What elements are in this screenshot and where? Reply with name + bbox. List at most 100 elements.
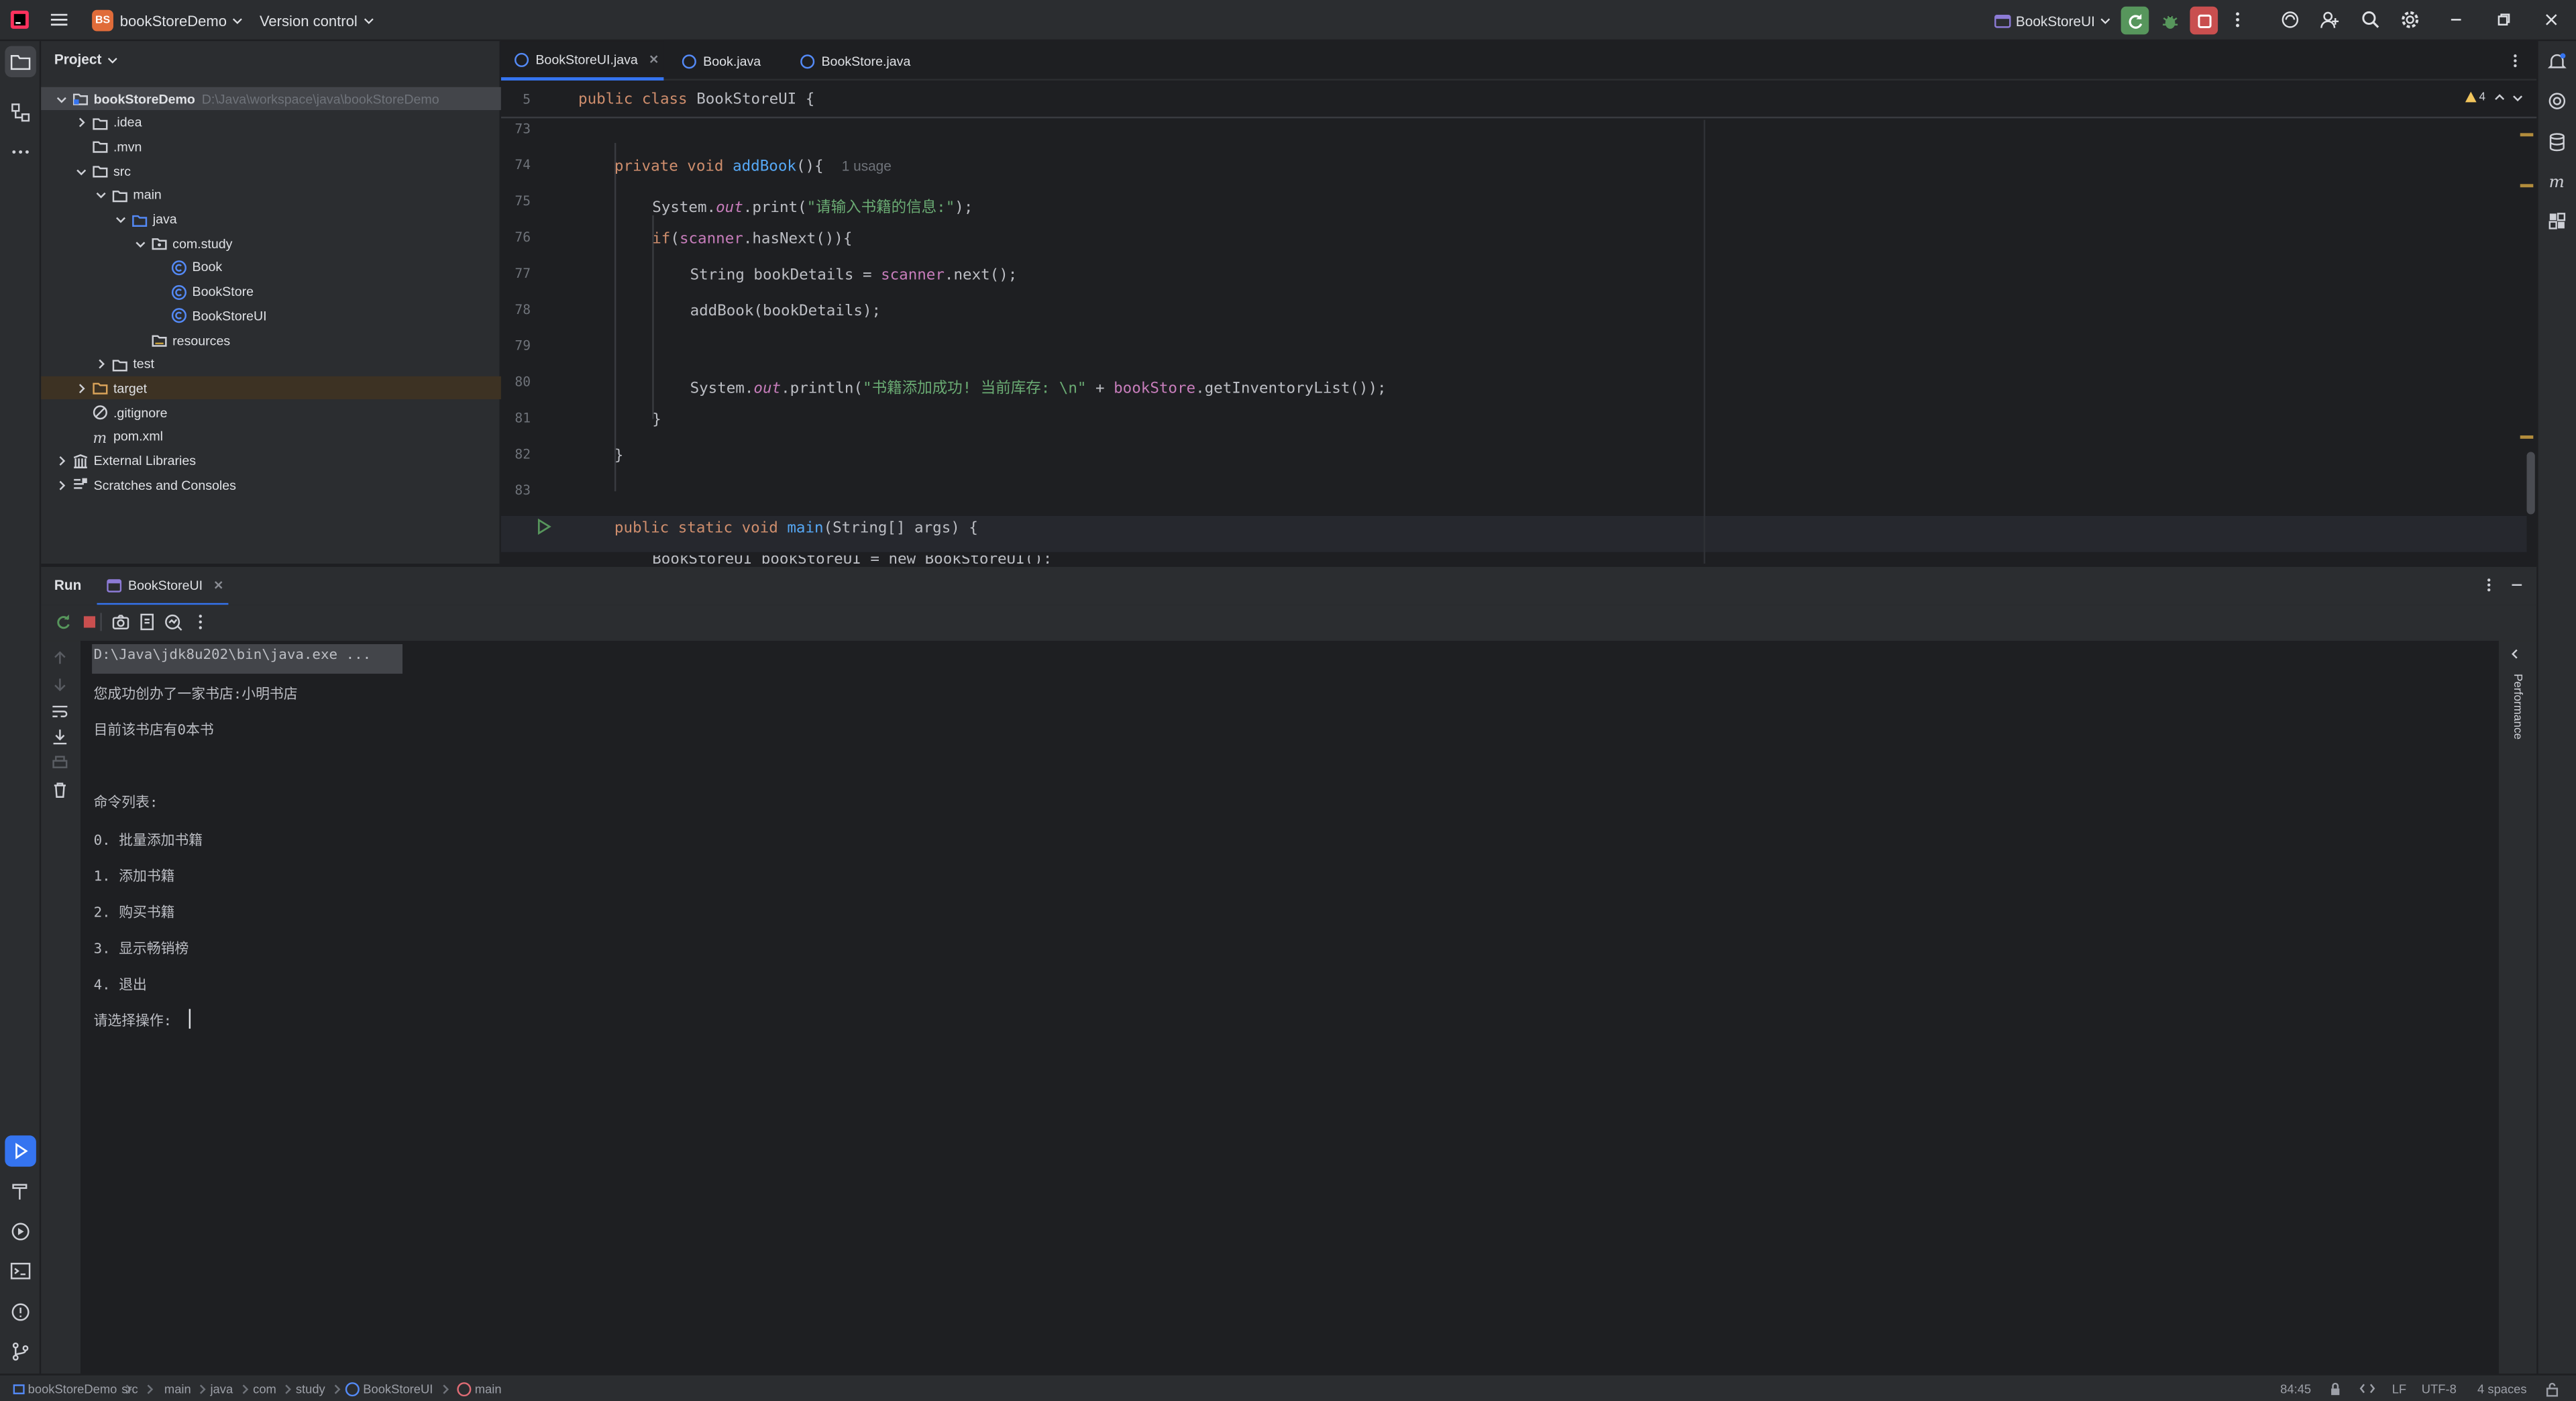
code-line-78[interactable]: addBook(bookDetails); bbox=[690, 303, 881, 321]
tree-item-com-study[interactable]: com.study bbox=[41, 232, 501, 255]
editor-scrollbar-thumb[interactable] bbox=[2526, 452, 2535, 515]
chevron-down-icon[interactable] bbox=[2512, 91, 2523, 103]
dump-threads-icon[interactable] bbox=[138, 613, 156, 631]
ai-assistant-icon[interactable] bbox=[2277, 7, 2303, 33]
tab-options-icon[interactable] bbox=[2509, 52, 2522, 68]
chevron-down-icon[interactable] bbox=[113, 213, 127, 226]
notifications-button[interactable] bbox=[2542, 46, 2573, 78]
camera-icon[interactable] bbox=[112, 613, 130, 631]
soft-wrap-icon[interactable] bbox=[51, 702, 69, 720]
close-tab-icon[interactable] bbox=[214, 580, 224, 590]
chevron-down-icon[interactable] bbox=[74, 164, 87, 178]
chevron-right-icon[interactable] bbox=[54, 478, 68, 492]
chevron-down-icon[interactable] bbox=[94, 189, 107, 202]
more-actions-icon[interactable] bbox=[2224, 7, 2251, 33]
run-gutter-icon[interactable] bbox=[535, 517, 551, 535]
breadcrumb-src[interactable]: src bbox=[121, 1376, 154, 1401]
file-encoding[interactable]: UTF-8 bbox=[2422, 1376, 2457, 1401]
tree-item-book[interactable]: Book bbox=[41, 256, 501, 279]
code-vision-icon[interactable] bbox=[2359, 1376, 2375, 1401]
chevron-right-icon[interactable] bbox=[54, 454, 68, 468]
code-line-77[interactable]: String bookDetails = scanner.next(); bbox=[690, 266, 1018, 284]
tree-item-bookstoredemo[interactable]: bookStoreDemo D:\Java\workspace\java\book… bbox=[41, 87, 501, 111]
more-actions-icon[interactable] bbox=[195, 613, 205, 631]
run-configuration-selector[interactable]: BookStoreUI bbox=[1994, 8, 2111, 33]
search-icon[interactable] bbox=[2357, 7, 2383, 33]
project-view-selector[interactable]: Project bbox=[54, 51, 118, 67]
code-line-76[interactable]: if(scanner.hasNext()){ bbox=[652, 230, 852, 248]
minimize-window-icon[interactable] bbox=[2443, 7, 2469, 33]
code-with-me-icon[interactable] bbox=[2316, 7, 2343, 33]
code-line-81[interactable]: } bbox=[652, 411, 661, 429]
code-line-80[interactable]: System.out.println("书籍添加成功! 当前库存: \n" + … bbox=[690, 374, 1387, 398]
lock-icon[interactable] bbox=[2544, 1376, 2559, 1401]
build-tool-button[interactable] bbox=[5, 1175, 36, 1206]
scroll-to-end-icon[interactable] bbox=[51, 728, 69, 746]
breadcrumb-bookstoredemo[interactable]: bookStoreDemo bbox=[13, 1376, 133, 1401]
database-button[interactable] bbox=[2542, 127, 2573, 158]
error-stripe-marker[interactable] bbox=[2520, 435, 2534, 439]
tree-item-pom-xml[interactable]: m pom.xml bbox=[41, 425, 501, 448]
code-line-75[interactable]: System.out.print("请输入书籍的信息:"); bbox=[652, 194, 973, 217]
services-tool-button[interactable] bbox=[5, 1216, 36, 1247]
git-tool-button[interactable] bbox=[5, 1336, 36, 1367]
error-stripe-marker[interactable] bbox=[2520, 184, 2534, 188]
tree-item-external-libraries[interactable]: External Libraries bbox=[41, 450, 501, 472]
tree-item-mvn[interactable]: .mvn bbox=[41, 136, 501, 158]
sticky-line[interactable]: 5 public class BookStoreUI { 4 bbox=[500, 82, 2537, 119]
tab-bookstoreui-java[interactable]: BookStoreUI.java bbox=[500, 41, 664, 81]
chevron-down-icon[interactable] bbox=[54, 92, 68, 105]
close-tab-icon[interactable] bbox=[649, 54, 659, 64]
run-tab-bookstoreui[interactable]: BookStoreUI bbox=[97, 567, 229, 607]
tree-item-java[interactable]: java bbox=[41, 208, 501, 231]
run-panel-options-icon[interactable] bbox=[2482, 577, 2496, 593]
chevron-left-icon[interactable] bbox=[2509, 647, 2522, 661]
inspection-widget[interactable]: 4 bbox=[2464, 91, 2523, 104]
chevron-right-icon[interactable] bbox=[94, 358, 107, 371]
tab-book-java[interactable]: Book.java bbox=[672, 41, 761, 81]
restore-window-icon[interactable] bbox=[2491, 7, 2517, 33]
error-stripe-marker[interactable] bbox=[2520, 133, 2534, 137]
main-menu-icon[interactable] bbox=[46, 7, 72, 33]
breadcrumb-main[interactable]: main bbox=[164, 1376, 207, 1401]
arrow-down-icon[interactable] bbox=[51, 676, 69, 694]
intellij-logo-icon[interactable] bbox=[7, 7, 33, 33]
stop-icon[interactable] bbox=[80, 613, 99, 631]
stop-button[interactable] bbox=[2190, 6, 2218, 35]
project-tool-button[interactable] bbox=[5, 46, 36, 78]
plugins-button[interactable] bbox=[2542, 205, 2573, 237]
code-line-74[interactable]: private void addBook(){ 1 usage bbox=[614, 158, 892, 176]
chevron-right-icon[interactable] bbox=[74, 382, 87, 395]
tree-item-bookstore[interactable]: BookStore bbox=[41, 280, 501, 303]
rerun-button[interactable] bbox=[2121, 6, 2149, 35]
problems-tool-button[interactable] bbox=[5, 1296, 36, 1328]
breadcrumb-bookstoreui[interactable]: BookStoreUI bbox=[345, 1376, 449, 1401]
project-switcher[interactable]: BS bookStoreDemo bbox=[92, 8, 243, 33]
tree-item-bookstoreui[interactable]: BookStoreUI bbox=[41, 305, 501, 327]
rerun-icon[interactable] bbox=[54, 613, 72, 631]
tree-item-scratches-and-consoles[interactable]: Scratches and Consoles bbox=[41, 474, 501, 497]
close-window-icon[interactable] bbox=[2538, 7, 2565, 33]
chevron-up-icon[interactable] bbox=[2493, 91, 2505, 103]
tree-item-resources[interactable]: resources bbox=[41, 329, 501, 352]
tree-item-test[interactable]: test bbox=[41, 353, 501, 376]
print-icon[interactable] bbox=[51, 754, 69, 772]
breadcrumb-com[interactable]: com bbox=[253, 1376, 292, 1401]
more-tools-button[interactable] bbox=[5, 136, 36, 168]
version-control-menu[interactable]: Version control bbox=[260, 8, 374, 33]
line-separator[interactable]: LF bbox=[2392, 1376, 2406, 1401]
tree-item-target[interactable]: target bbox=[41, 376, 501, 401]
tree-item-idea[interactable]: .idea bbox=[41, 111, 501, 134]
console-output[interactable]: D:\Java\jdk8u202\bin\java.exe ... 您成功创办了一… bbox=[80, 641, 2499, 1374]
arrow-up-icon[interactable] bbox=[51, 649, 69, 667]
maven-button[interactable]: m bbox=[2542, 166, 2573, 197]
indent-setting[interactable]: 4 spaces bbox=[2477, 1376, 2527, 1401]
tree-item-main[interactable]: main bbox=[41, 184, 501, 207]
terminal-tool-button[interactable] bbox=[5, 1255, 36, 1287]
debug-button[interactable] bbox=[2155, 7, 2184, 35]
ai-chat-button[interactable] bbox=[2542, 85, 2573, 117]
caret-position[interactable]: 84:45 bbox=[2280, 1376, 2311, 1401]
chevron-right-icon[interactable] bbox=[74, 116, 87, 129]
chevron-down-icon[interactable] bbox=[133, 237, 146, 250]
performance-tab[interactable]: Performance bbox=[2504, 674, 2530, 772]
